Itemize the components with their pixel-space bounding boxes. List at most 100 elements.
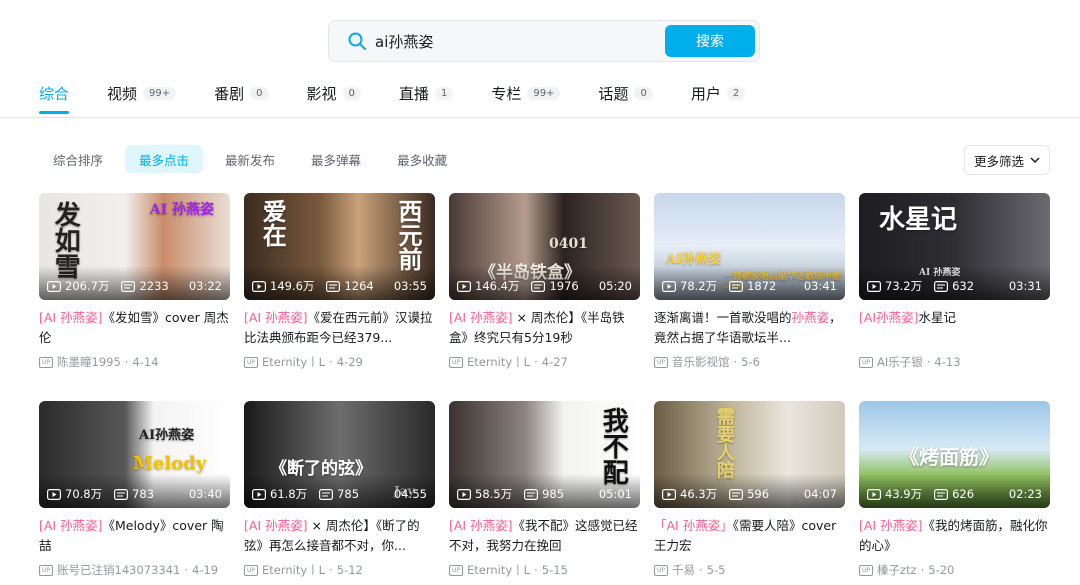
video-card[interactable]: 我不配 58.5万 985 05:01 [AI 孙燕姿]《我不配》这感觉已经不对，我努力… xyxy=(449,401,640,578)
uploader-name[interactable]: Eternity丨L xyxy=(262,354,325,370)
video-title[interactable]: [AI 孙燕姿]《我的烤面筋，融化你的心》 xyxy=(859,516,1050,556)
danmaku-count: 626 xyxy=(934,487,974,501)
video-duration: 02:23 xyxy=(1008,487,1042,501)
video-duration: 05:20 xyxy=(598,279,632,293)
video-thumbnail[interactable]: 《半岛铁盒》0401146.4万197605:20 xyxy=(449,193,640,300)
danmaku-icon xyxy=(114,488,129,500)
play-count-icon xyxy=(457,280,471,292)
meta-separator: · xyxy=(926,355,931,369)
thumbnail-title-text: AI孙燕姿 xyxy=(139,428,195,443)
video-stats: 58.5万 985 05:01 xyxy=(457,486,632,502)
search-keyword-highlight: [AI 孙燕姿] xyxy=(244,518,308,533)
video-card[interactable]: AI孙燕姿 Melody 70.8万 783 03:40 [AI 孙燕姿]《Melody》… xyxy=(39,401,230,578)
tab-label: 视频 xyxy=(107,84,138,103)
video-duration: 03:41 xyxy=(803,279,837,293)
video-card[interactable]: AI孙燕姿一首歌没唱占据华语歌坛半壁江山78.2万187203:41逐渐离谱！一… xyxy=(654,193,845,370)
video-title[interactable]: [AI 孙燕姿]《发如雪》cover 周杰伦 xyxy=(39,308,230,348)
video-thumbnail[interactable]: 我不配 58.5万 985 05:01 xyxy=(449,401,640,508)
video-duration: 03:40 xyxy=(188,487,222,501)
video-card[interactable]: 爱在 西元前 149.6万 1264 03:55 [AI 孙燕姿]《爱在西元前》汉谟拉比法… xyxy=(244,193,435,370)
video-thumbnail[interactable]: 需要人陪 46.3万 596 04:07 xyxy=(654,401,845,508)
video-card[interactable]: 需要人陪 46.3万 596 04:07 「AI 孙燕姿」《需要人陪》cover 王力宏… xyxy=(654,401,845,578)
video-duration: 04:07 xyxy=(803,487,837,501)
video-stats: 206.7万 2233 03:22 xyxy=(47,278,222,294)
tab-7[interactable]: 用户 2 xyxy=(691,82,746,104)
sort-option-4[interactable]: 最多收藏 xyxy=(383,145,461,173)
tab-6[interactable]: 话题 0 xyxy=(598,82,653,104)
thumbnail-subtitle-text: Melody xyxy=(133,453,207,474)
tab-3[interactable]: 影视 0 xyxy=(307,82,361,104)
video-card[interactable]: 《烤面筋》 43.9万 626 02:23 [AI 孙燕姿]《我的烤面筋，融化你的心》 U… xyxy=(859,401,1050,578)
uploader-name[interactable]: 音乐影视馆 xyxy=(672,354,730,370)
more-filter-button[interactable]: 更多筛选 xyxy=(964,145,1050,175)
video-title[interactable]: [AI 孙燕姿]《Melody》cover 陶喆 xyxy=(39,516,230,556)
video-title[interactable]: [AI孙燕姿]水星记 xyxy=(859,308,1050,348)
tab-label: 直播 xyxy=(398,84,429,103)
uploader-name[interactable]: 榛子ztz xyxy=(877,562,917,578)
video-thumbnail[interactable]: 爱在 西元前 149.6万 1264 03:55 xyxy=(244,193,435,300)
tab-1[interactable]: 视频 99+ xyxy=(107,82,177,104)
video-thumbnail[interactable]: 《断了的弦》Jay61.8万78504:55 xyxy=(244,401,435,508)
video-title[interactable]: 「AI 孙燕姿」《需要人陪》cover 王力宏 xyxy=(654,516,845,556)
video-title[interactable]: [AI 孙燕姿] × 周杰伦】《半岛铁盒》终究只有5分19秒 xyxy=(449,308,640,348)
meta-separator: · xyxy=(329,355,333,369)
uploader-name[interactable]: AI乐子银 xyxy=(877,354,923,370)
uploader-icon: UP xyxy=(449,356,463,368)
video-thumbnail[interactable]: 《烤面筋》 43.9万 626 02:23 xyxy=(859,401,1050,508)
sort-option-0[interactable]: 综合排序 xyxy=(39,145,117,173)
video-card[interactable]: 《半岛铁盒》0401146.4万197605:20[AI 孙燕姿] × 周杰伦】… xyxy=(449,193,640,370)
upload-date: 4-27 xyxy=(541,355,568,369)
uploader-name[interactable]: Eternity丨L xyxy=(467,562,530,578)
search-button[interactable]: 搜索 xyxy=(665,25,755,57)
result-type-tabs: 综合 视频 99+ 番剧 0 影视 0 直播 1 专栏 99+ 话题 0 用户 2 xyxy=(39,82,783,116)
view-count: 78.2万 xyxy=(662,278,717,294)
video-thumbnail[interactable]: AI孙燕姿一首歌没唱占据华语歌坛半壁江山78.2万187203:41 xyxy=(654,193,845,300)
uploader-name[interactable]: Eternity丨L xyxy=(467,354,530,370)
thumbnail-title-text: 需要人陪 xyxy=(713,407,735,479)
uploader-name[interactable]: 千易 xyxy=(672,562,695,578)
tab-2[interactable]: 番剧 0 xyxy=(214,82,269,104)
danmaku-count: 2233 xyxy=(121,279,169,293)
danmaku-icon xyxy=(729,280,744,292)
danmaku-icon xyxy=(319,488,334,500)
search-input[interactable] xyxy=(375,26,655,56)
thumbnail-subtitle-text: 0401 xyxy=(549,236,588,252)
play-count-icon xyxy=(457,488,471,500)
uploader-name[interactable]: 账号已注销143073341 xyxy=(57,562,180,578)
uploader-name[interactable]: 陈墨瞳1995 xyxy=(57,354,121,370)
video-title[interactable]: [AI 孙燕姿]《我不配》这感觉已经不对，我努力在挽回 xyxy=(449,516,640,556)
sort-option-1[interactable]: 最多点击 xyxy=(125,145,204,173)
tab-count-badge: 99+ xyxy=(527,86,561,100)
danmaku-count: 1264 xyxy=(326,279,374,293)
upload-date: 4-13 xyxy=(934,355,961,369)
video-card[interactable]: 《断了的弦》Jay61.8万78504:55 [AI 孙燕姿] × 周杰伦】《断了… xyxy=(244,401,435,578)
sort-option-2[interactable]: 最新发布 xyxy=(211,145,289,173)
uploader-name[interactable]: Eternity丨L xyxy=(262,562,325,578)
video-card[interactable]: 水星记AI 孙燕姿73.2万63203:31[AI孙燕姿]水星记UPAI乐子银 … xyxy=(859,193,1050,370)
play-count-icon xyxy=(867,280,881,292)
video-thumbnail[interactable]: 发如雪 AI 孙燕姿 206.7万 2233 03:22 xyxy=(39,193,230,300)
danmaku-count: 985 xyxy=(524,487,564,501)
danmaku-count-text: 1264 xyxy=(344,279,374,293)
tab-4[interactable]: 直播 1 xyxy=(398,82,454,104)
view-count-text: 146.4万 xyxy=(475,279,520,293)
video-thumbnail[interactable]: 水星记AI 孙燕姿73.2万63203:31 xyxy=(859,193,1050,300)
search-bar: 搜索 xyxy=(328,20,760,62)
video-title[interactable]: [AI 孙燕姿]《爱在西元前》汉谟拉比法典颁布距今已经379... xyxy=(244,308,435,348)
video-card[interactable]: 发如雪 AI 孙燕姿 206.7万 2233 03:22 [AI 孙燕姿]《发如雪》cov… xyxy=(39,193,230,370)
danmaku-count: 1872 xyxy=(729,279,776,293)
video-title[interactable]: [AI 孙燕姿] × 周杰伦】《断了的弦》再怎么接音都不对，你... xyxy=(244,516,435,556)
tabs-divider xyxy=(0,117,1080,118)
search-keyword-highlight: [AI 孙燕姿] xyxy=(39,310,103,325)
danmaku-count-text: 2233 xyxy=(139,279,169,293)
video-meta: UP Eternity丨L · 4-29 xyxy=(244,354,435,370)
tab-5[interactable]: 专栏 99+ xyxy=(491,82,561,104)
video-title[interactable]: 逐渐离谱！一首歌没唱的孙燕姿，竟然占据了华语歌坛半... xyxy=(654,308,845,348)
sort-option-3[interactable]: 最多弹幕 xyxy=(297,145,375,173)
video-title-text: 水星记 xyxy=(918,310,957,325)
tab-0[interactable]: 综合 xyxy=(39,82,70,114)
video-stats: 43.9万 626 02:23 xyxy=(867,486,1042,502)
tab-count-badge: 0 xyxy=(634,86,653,100)
video-thumbnail[interactable]: AI孙燕姿 Melody 70.8万 783 03:40 xyxy=(39,401,230,508)
search-keyword-highlight: [AI 孙燕姿] xyxy=(449,518,513,533)
